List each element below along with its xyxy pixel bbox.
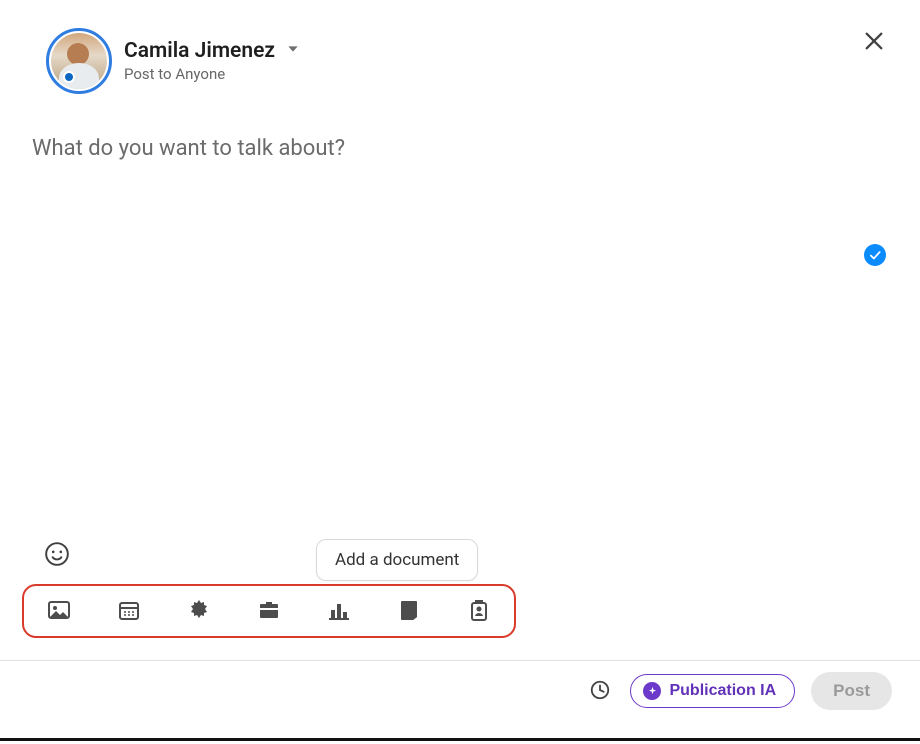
post-visibility[interactable]: Post to Anyone <box>124 65 301 83</box>
bar-chart-icon <box>327 598 351 625</box>
add-document-button[interactable] <box>396 598 422 624</box>
schedule-button[interactable] <box>586 677 614 705</box>
post-header: Camila Jimenez Post to Anyone <box>0 0 920 104</box>
briefcase-icon <box>257 598 281 625</box>
create-poll-button[interactable] <box>326 598 352 624</box>
attachment-toolbar <box>22 584 516 638</box>
tooltip-label: Add a document <box>335 550 459 570</box>
calendar-icon <box>117 598 141 625</box>
document-icon <box>397 598 421 625</box>
close-icon <box>863 30 885 55</box>
create-post-modal: Camila Jimenez Post to Anyone Add a doc <box>0 0 920 744</box>
clock-icon <box>589 679 611 704</box>
id-badge-icon <box>467 598 491 625</box>
identity-block: Camila Jimenez Post to Anyone <box>124 39 301 83</box>
post-button-label: Post <box>833 681 870 700</box>
author-selector[interactable]: Camila Jimenez <box>124 39 301 63</box>
divider <box>0 660 920 661</box>
publication-ia-button[interactable]: Publication IA <box>630 674 795 708</box>
emoji-button[interactable] <box>38 540 64 566</box>
user-name: Camila Jimenez <box>124 39 275 63</box>
emoji-icon <box>44 555 70 570</box>
add-job-button[interactable] <box>256 598 282 624</box>
find-expert-button[interactable] <box>466 598 492 624</box>
close-button[interactable] <box>858 26 890 58</box>
sparkle-icon <box>643 682 661 700</box>
add-event-button[interactable] <box>116 598 142 624</box>
image-icon <box>47 598 71 625</box>
editor-area <box>0 104 920 438</box>
avatar[interactable] <box>46 28 112 94</box>
footer-bar: Publication IA Post <box>0 672 920 710</box>
avatar-image <box>51 33 107 89</box>
bottom-border <box>0 738 920 741</box>
starburst-icon <box>187 598 211 625</box>
celebrate-button[interactable] <box>186 598 212 624</box>
verified-check-icon <box>864 244 886 266</box>
chevron-down-icon <box>285 41 301 61</box>
post-text-input[interactable] <box>30 134 890 434</box>
post-button[interactable]: Post <box>811 672 892 710</box>
tooltip-add-document: Add a document <box>316 539 478 581</box>
publication-ia-label: Publication IA <box>669 682 776 700</box>
add-photo-button[interactable] <box>46 598 72 624</box>
avatar-badge-icon <box>63 71 75 83</box>
